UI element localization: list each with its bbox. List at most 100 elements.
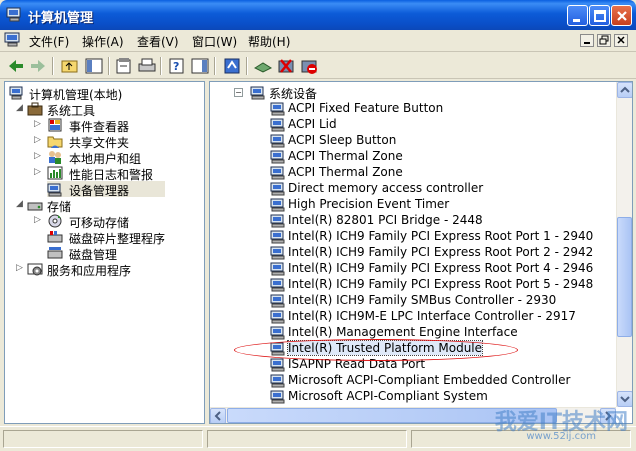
svg-text:?: ? [173,60,179,73]
status-cell [207,430,407,448]
system-device-icon [270,212,286,228]
expand-arrow-icon[interactable]: ▷ [34,151,41,161]
disk-management-icon [47,245,63,261]
maximize-button[interactable] [589,5,610,26]
system-device-icon [270,292,286,308]
toolbar: ? [0,53,636,79]
system-device-icon [270,388,286,404]
collapse-arrow-icon[interactable]: ◢ [16,199,23,209]
watermark-url: www.52ij.com [526,431,596,442]
system-device-icon [270,260,286,276]
expand-arrow-icon[interactable]: ▷ [16,263,23,273]
mmc-icon[interactable] [4,31,24,51]
forward-icon[interactable] [28,56,48,76]
device-label: ISAPNP Read Data Port [288,357,426,371]
uninstall-icon[interactable] [276,56,296,76]
system-device-icon [270,196,286,212]
expand-arrow-icon[interactable]: ▷ [34,215,41,225]
system-device-icon [270,308,286,324]
title-bar[interactable]: 计算机管理 [0,0,636,30]
device-label: ACPI Thermal Zone [288,149,403,163]
computer-icon [9,85,25,101]
system-device-icon [270,180,286,196]
toolbar-separator [246,57,248,75]
scroll-left-button[interactable] [210,408,226,423]
update-driver-icon[interactable] [222,56,242,76]
system-device-icon [270,372,286,388]
expand-arrow-icon[interactable]: ▷ [34,119,41,129]
system-device-icon [270,132,286,148]
child-close-button[interactable] [614,34,628,47]
device-label: ACPI Fixed Feature Button [288,101,444,115]
users-icon [47,149,63,165]
collapse-arrow-icon[interactable]: ◢ [16,103,23,113]
back-icon[interactable] [6,56,26,76]
system-device-icon [270,244,286,260]
vertical-scrollbar[interactable] [616,82,632,407]
services-icon [27,261,43,277]
export-icon[interactable] [190,56,210,76]
device-label: ACPI Sleep Button [288,133,397,147]
expand-arrow-icon[interactable]: ▷ [34,135,41,145]
event-viewer-icon [47,117,63,133]
scroll-up-button[interactable] [617,82,632,98]
device-label: Intel(R) Management Engine Interface [288,325,518,339]
removable-storage-icon [47,213,63,229]
menu-help[interactable]: 帮助(H) [248,33,290,50]
system-device-icon [250,84,266,100]
menu-bar: 文件(F) 操作(A) 查看(V) 窗口(W) 帮助(H) [0,30,636,52]
system-device-icon [270,116,286,132]
show-tree-icon[interactable] [84,56,104,76]
menu-window[interactable]: 窗口(W) [192,33,237,50]
shared-folder-icon [47,133,63,149]
device-tree-pane[interactable]: − 系统设备 ACPI Fixed Feature Button ACPI Lid… [209,81,633,424]
vertical-scroll-thumb[interactable] [617,217,632,337]
child-restore-button[interactable] [597,34,611,47]
toolbar-separator [52,57,54,75]
minimize-button[interactable] [567,5,588,26]
toolbar-separator [214,57,216,75]
device-label: Intel(R) ICH9 Family PCI Express Root Po… [288,261,594,275]
window-title: 计算机管理 [28,11,94,26]
child-minimize-button[interactable] [580,34,594,47]
device-label: Microsoft ACPI-Compliant Embedded Contro… [288,373,571,387]
performance-icon [47,165,63,181]
close-button[interactable] [611,5,632,26]
toolbox-icon [27,101,43,117]
system-device-icon [270,228,286,244]
device-manager-icon [47,181,63,197]
device-label: ACPI Thermal Zone [288,165,403,179]
properties-icon[interactable] [114,56,134,76]
system-device-icon [270,340,286,356]
scan-icon[interactable] [253,56,273,76]
disable-icon[interactable] [299,56,319,76]
collapse-toggle[interactable]: − [234,88,243,97]
menu-file[interactable]: 文件(F) [29,33,69,50]
device-label: Intel(R) 82801 PCI Bridge - 2448 [288,213,483,227]
expand-arrow-icon[interactable]: ▷ [34,167,41,177]
menu-view[interactable]: 查看(V) [137,33,179,50]
tree-node-device-manager[interactable]: 设备管理器 [47,181,165,198]
computer-management-icon [6,7,23,22]
up-icon[interactable] [60,56,80,76]
device-label: Intel(R) ICH9 Family PCI Express Root Po… [288,277,594,291]
device-label: Intel(R) ICH9 Family SMBus Controller - … [288,293,557,307]
status-cell [3,430,203,448]
console-tree-pane[interactable]: 计算机管理(本地) ◢ 系统工具 ▷ 事件查看器 ▷ 共享文件夹 ▷ 本地用户和… [4,81,205,424]
device-label: Microsoft ACPI-Compliant System [288,389,488,403]
system-device-icon [270,148,286,164]
device-label: Intel(R) ICH9M-E LPC Interface Controlle… [288,309,576,323]
help-icon[interactable]: ? [167,56,187,76]
toolbar-separator [160,57,162,75]
device-label: ACPI Lid [288,117,337,131]
system-device-icon [270,356,286,372]
system-device-icon [270,100,286,116]
system-device-icon [270,276,286,292]
print-icon[interactable] [137,56,157,76]
system-device-icon [270,164,286,180]
device-label: Intel(R) Trusted Platform Module [286,340,484,356]
menu-action[interactable]: 操作(A) [82,33,124,50]
device-label: Direct memory access controller [288,181,484,195]
system-device-icon [270,324,286,340]
device-label: High Precision Event Timer [288,197,450,211]
